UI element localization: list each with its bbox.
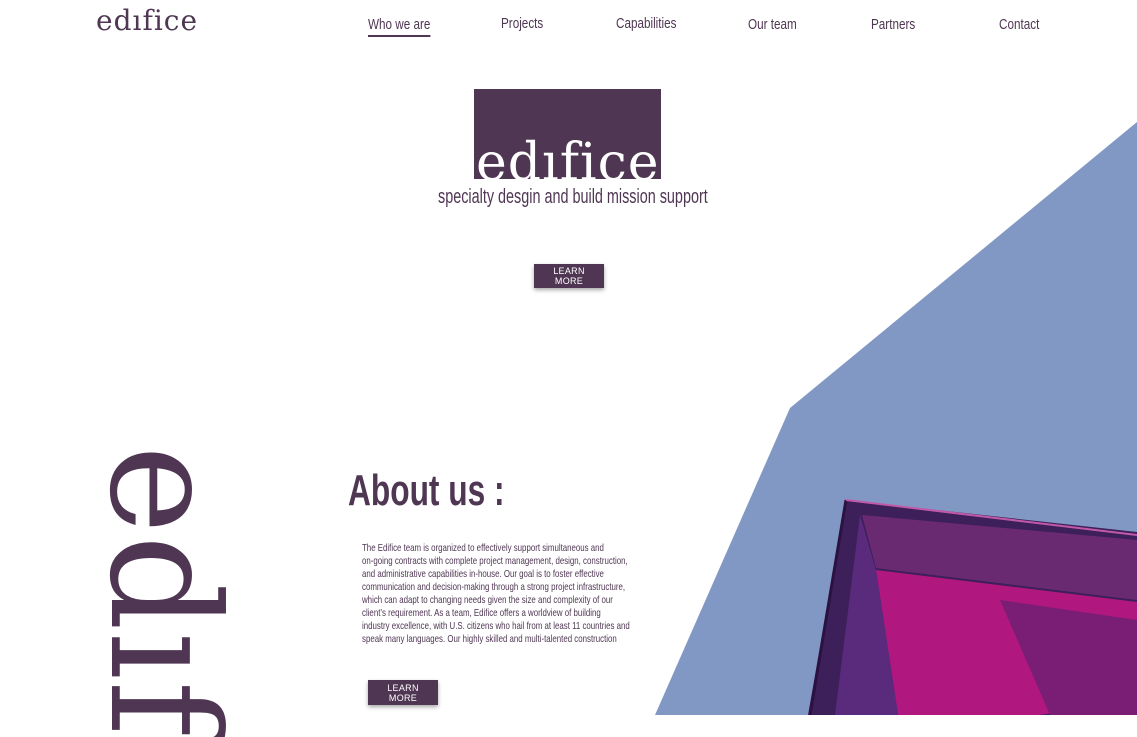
about-body-line: on-going contracts with complete project… — [362, 555, 628, 567]
about-body-line: communication and decision-making throug… — [362, 581, 626, 593]
hero-logo-text: edıfice — [476, 133, 660, 179]
nav-who-we-are[interactable]: Who we are — [368, 16, 431, 37]
nav-contact[interactable]: Contact — [999, 16, 1039, 33]
about-body-line: and administrative capabilities in-house… — [362, 568, 604, 580]
about-learn-more-button[interactable]: LEARN MORE — [368, 680, 438, 705]
hero-learn-more-button[interactable]: LEARN MORE — [534, 264, 604, 288]
nav-partners[interactable]: Partners — [871, 16, 915, 33]
vertical-brand-word: edıf — [76, 445, 250, 737]
about-body: The Edifice team is organized to effecti… — [362, 542, 685, 646]
nav-capabilities[interactable]: Capabilities — [616, 15, 676, 32]
about-body-line: industry excellence, with U.S. citizens … — [362, 620, 630, 632]
about-body-line: speak many languages. Our highly skilled… — [362, 633, 617, 645]
about-body-line: which can adapt to changing needs given … — [362, 594, 613, 606]
nav-projects[interactable]: Projects — [501, 15, 543, 32]
about-body-line: The Edifice team is organized to effecti… — [362, 542, 604, 554]
hero-tagline: specialty desgin and build mission suppo… — [438, 186, 708, 208]
about-title: About us : — [348, 466, 505, 515]
about-body-line: client’s requirement. As a team, Edifice… — [362, 607, 601, 619]
main-nav: Who we are Projects Capabilities Our tea… — [0, 0, 1137, 50]
hero-logo-card: edıfice — [474, 89, 661, 179]
nav-our-team[interactable]: Our team — [748, 16, 797, 33]
